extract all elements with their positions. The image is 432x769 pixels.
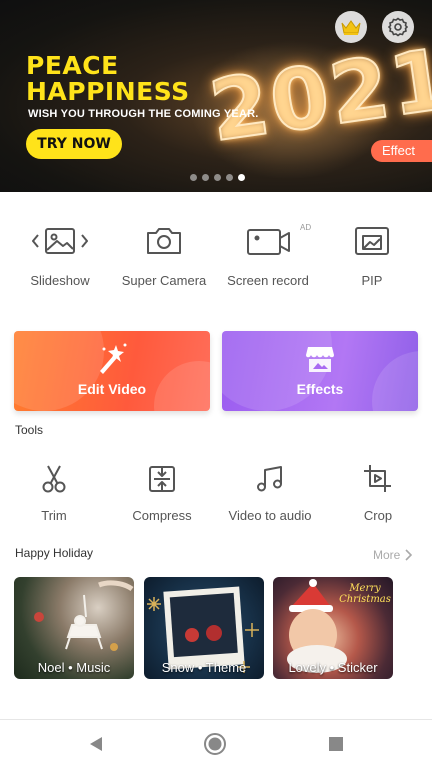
merry-christmas-sticker: Merry Christmas: [339, 583, 391, 605]
super-camera-button[interactable]: Super Camera: [112, 223, 216, 288]
slideshow-label: Slideshow: [30, 273, 90, 288]
slideshow-button[interactable]: Slideshow: [8, 223, 112, 288]
holiday-template-lovely[interactable]: Merry Christmas Lovely • Sticker: [273, 577, 393, 679]
lovely-label: Lovely • Sticker: [288, 660, 378, 675]
quick-tools-row: Slideshow Super Camera Screen record PIP: [0, 223, 432, 303]
effects-label: Effects: [296, 381, 344, 397]
carousel-dots: [190, 174, 245, 181]
back-triangle-icon[interactable]: [88, 736, 104, 752]
chevron-right-icon: [405, 549, 413, 561]
snow-label: Snow • Theme: [161, 660, 247, 675]
trim-label: Trim: [41, 508, 67, 523]
holiday-template-noel[interactable]: Noel • Music: [14, 577, 134, 679]
carousel-dot-active[interactable]: [238, 174, 245, 181]
ad-badge: AD: [300, 223, 312, 232]
banner-headline-line2: HAPPINESS: [26, 77, 190, 106]
banner-headline-line1: PEACE: [26, 51, 119, 80]
screen-record-icon: [247, 229, 290, 255]
crop-label: Crop: [363, 508, 393, 523]
holiday-template-snow[interactable]: Snow • Theme: [144, 577, 264, 679]
recents-square-icon[interactable]: [328, 736, 344, 752]
slideshow-icon: [32, 228, 88, 254]
carousel-dot[interactable]: [190, 174, 197, 181]
crop-button[interactable]: Crop: [326, 464, 430, 523]
trim-button[interactable]: Trim: [2, 464, 106, 523]
promo-banner[interactable]: 2021 PEACE HAPPINESS WISH YOU THROUGH TH…: [0, 0, 432, 192]
pip-button[interactable]: PIP: [320, 223, 424, 288]
pip-icon: [355, 227, 389, 255]
crown-icon[interactable]: [335, 11, 367, 43]
card-decoration: [14, 331, 104, 411]
effect-tag[interactable]: Effect: [371, 140, 432, 162]
edit-video-label: Edit Video: [77, 381, 147, 397]
magic-wand-icon: [100, 343, 127, 374]
carousel-dot[interactable]: [202, 174, 209, 181]
more-label: More: [373, 548, 401, 562]
carousel-dot[interactable]: [214, 174, 221, 181]
try-now-button[interactable]: TRY NOW: [26, 129, 122, 159]
holiday-section-title: Happy Holiday: [15, 546, 94, 560]
system-nav-bar: [0, 719, 432, 769]
edit-video-card[interactable]: Edit Video: [14, 331, 210, 411]
screen-record-button[interactable]: Screen record: [216, 223, 320, 288]
video-to-audio-label: Video to audio: [228, 508, 312, 523]
scissors-icon: [42, 465, 66, 493]
tools-section-title: Tools: [15, 423, 44, 437]
video-to-audio-button[interactable]: Video to audio: [218, 464, 322, 523]
pip-label: PIP: [361, 273, 383, 288]
music-note-icon: [257, 466, 282, 492]
more-link[interactable]: More: [373, 548, 413, 562]
compress-label: Compress: [132, 508, 192, 523]
super-camera-label: Super Camera: [121, 273, 207, 288]
home-circle-icon[interactable]: [203, 732, 227, 756]
noel-label: Noel • Music: [37, 660, 111, 675]
carousel-dot[interactable]: [226, 174, 233, 181]
effects-card[interactable]: Effects: [222, 331, 418, 411]
compress-icon: [149, 466, 175, 492]
screen-record-label: Screen record: [227, 273, 309, 288]
store-icon: [306, 347, 334, 372]
compress-button[interactable]: Compress: [110, 464, 214, 523]
crop-icon: [364, 465, 391, 492]
gear-icon[interactable]: [382, 11, 414, 43]
camera-icon: [147, 228, 181, 254]
banner-subtitle: WISH YOU THROUGH THE COMING YEAR.: [28, 108, 259, 120]
